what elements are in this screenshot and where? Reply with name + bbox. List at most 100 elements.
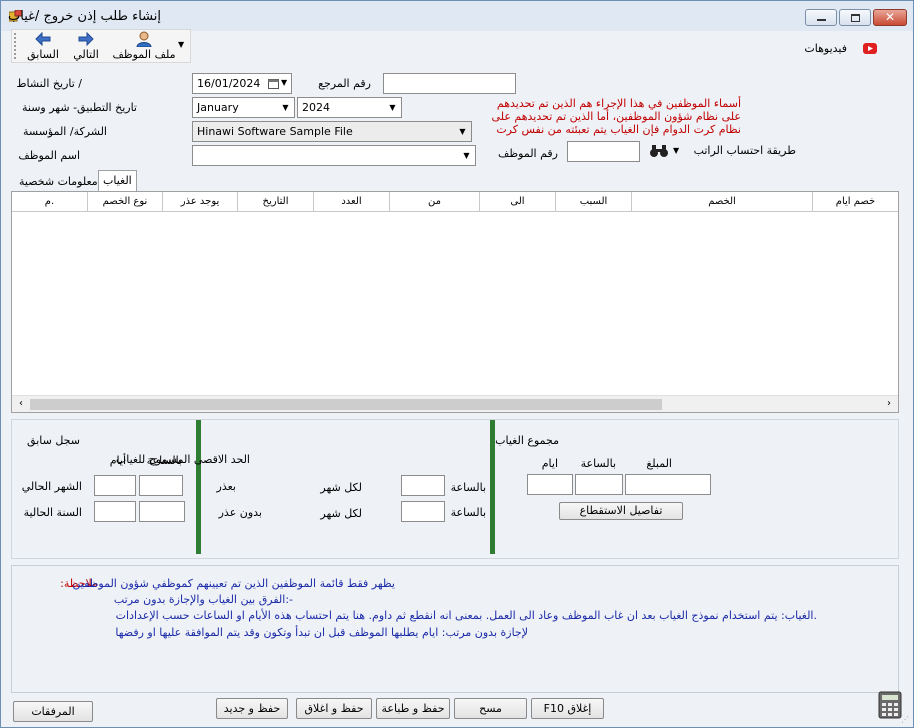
max-hourly-label: بالساعة bbox=[450, 506, 486, 519]
chevron-down-icon: ▼ bbox=[459, 127, 466, 136]
column-header[interactable]: خصم ايام bbox=[812, 192, 898, 212]
chevron-down-icon: ▼ bbox=[389, 103, 396, 112]
current-year-label: السنة الحالية bbox=[23, 506, 82, 519]
arrow-right-icon bbox=[78, 32, 94, 46]
main-window: إنشاء طلب إذن خروج /غياب ✕ السابق التالي bbox=[0, 0, 914, 728]
current-year-days-input[interactable] bbox=[94, 501, 136, 522]
column-header[interactable]: الى bbox=[479, 192, 555, 212]
reference-input[interactable] bbox=[383, 73, 516, 94]
max-without-excuse-hours-input[interactable] bbox=[401, 501, 445, 522]
minimize-button[interactable] bbox=[805, 9, 837, 26]
apply-date-label: تاريخ التطبيق- شهر وسنة bbox=[21, 101, 137, 114]
tab-personal-info-label: معلومات شخصية bbox=[19, 175, 98, 188]
resize-grip[interactable]: ⋰ bbox=[901, 715, 911, 725]
chevron-right-icon[interactable]: › bbox=[881, 397, 897, 412]
info-note-line2: على نظام شؤون الموظفين، أما الذين تم تحد… bbox=[491, 110, 741, 123]
notes-area: ملاحظة: يظهر فقط قائمة الموظفين الذين تم… bbox=[11, 565, 899, 693]
employee-search-button[interactable]: ▼ bbox=[647, 141, 687, 162]
absence-amount-input[interactable] bbox=[625, 474, 711, 495]
company-select[interactable]: Hinawi Software Sample File ▼ bbox=[192, 121, 472, 142]
employee-file-label: ملف الموظف bbox=[112, 48, 176, 61]
current-month-days-input[interactable] bbox=[94, 475, 136, 496]
max-with-excuse-hours-input[interactable] bbox=[401, 475, 445, 496]
info-note-line3: نظام كرت الدوام فإن الغياب يتم تعبئته من… bbox=[496, 123, 741, 136]
column-header[interactable]: نوع الخصم bbox=[87, 192, 162, 212]
divider bbox=[196, 420, 201, 554]
without-excuse-label: بدون عذر bbox=[218, 506, 262, 519]
column-header[interactable]: التاريخ bbox=[237, 192, 313, 212]
window-title: إنشاء طلب إذن خروج /غياب bbox=[8, 9, 161, 24]
per-month-label: لكل شهر bbox=[320, 507, 362, 520]
chevron-down-icon[interactable]: ▼ bbox=[281, 78, 287, 87]
column-header[interactable]: العدد bbox=[313, 192, 389, 212]
save-print-button[interactable]: حفظ و طباعة bbox=[376, 698, 450, 719]
employee-number-label: رقم الموظف bbox=[498, 147, 558, 160]
toolbar-grip bbox=[14, 33, 16, 59]
toolbar-overflow-icon[interactable]: ▼ bbox=[178, 40, 184, 49]
tab-absence[interactable]: الغياب bbox=[98, 170, 137, 192]
maximize-icon bbox=[851, 14, 860, 22]
next-label: التالي bbox=[73, 48, 99, 61]
info-note-line1: أسماء الموظفين في هذا الإجراء هم الذين ت… bbox=[496, 97, 741, 110]
chevron-left-icon[interactable]: ‹ bbox=[13, 397, 29, 412]
calculator-icon[interactable] bbox=[878, 691, 902, 719]
year-select[interactable]: 2024 ▼ bbox=[297, 97, 402, 118]
activity-date-label: / تاريخ النشاط bbox=[16, 77, 82, 90]
videos-link[interactable]: فيديوهات bbox=[804, 42, 847, 55]
column-header[interactable]: يوجد عذر bbox=[162, 192, 237, 212]
scrollbar-thumb[interactable] bbox=[30, 399, 662, 410]
next-button[interactable]: التالي bbox=[66, 31, 106, 62]
close-f10-button[interactable]: F10 إغلاق bbox=[531, 698, 604, 719]
previous-label: السابق bbox=[27, 48, 59, 61]
company-value: Hinawi Software Sample File bbox=[197, 125, 353, 138]
current-month-hours-input[interactable] bbox=[139, 475, 183, 496]
year-value: 2024 bbox=[302, 101, 330, 114]
minimize-icon bbox=[817, 19, 826, 21]
previous-button[interactable]: السابق bbox=[22, 31, 64, 62]
video-icon[interactable] bbox=[863, 43, 877, 54]
close-window-button[interactable]: ✕ bbox=[873, 9, 907, 26]
absence-days-label: ايام bbox=[541, 457, 558, 470]
deduction-details-button[interactable]: تفاصيل الاستقطاع bbox=[559, 502, 683, 520]
salary-method-label: طريقة احتساب الراتب bbox=[693, 144, 796, 157]
save-close-button[interactable]: حفظ و اغلاق bbox=[296, 698, 372, 719]
with-excuse-label: بعذر bbox=[216, 480, 236, 493]
employee-file-button[interactable]: ملف الموظف bbox=[112, 31, 176, 62]
employee-number-input[interactable] bbox=[567, 141, 640, 162]
summary-panel: سجل سابق بالساعة أيام الشهر الحالي السنة… bbox=[11, 419, 899, 559]
month-select[interactable]: January ▼ bbox=[192, 97, 295, 118]
column-header[interactable]: الخصم bbox=[631, 192, 812, 212]
employee-name-select[interactable]: ▼ bbox=[192, 145, 476, 166]
title-bar: إنشاء طلب إذن خروج /غياب ✕ bbox=[1, 1, 913, 31]
grid-header: خصم ايام الخصم السبب الى من العدد التاري… bbox=[12, 192, 898, 212]
maximize-button[interactable] bbox=[839, 9, 871, 26]
toolbar: السابق التالي ملف الموظف ▼ bbox=[11, 29, 191, 63]
absence-amount-label: المبلغ bbox=[646, 457, 672, 470]
activity-date-picker[interactable]: 16/01/2024 ▼ bbox=[192, 73, 292, 94]
current-year-hours-input[interactable] bbox=[139, 501, 185, 522]
column-header[interactable]: م. bbox=[12, 192, 87, 212]
horizontal-scrollbar[interactable]: ‹ › bbox=[12, 395, 898, 412]
chevron-down-icon: ▼ bbox=[673, 146, 680, 155]
absence-total-title: مجموع الغياب bbox=[495, 434, 559, 447]
binoculars-icon bbox=[650, 145, 668, 157]
tab-absence-label: الغياب bbox=[103, 174, 132, 187]
absence-hours-input[interactable] bbox=[575, 474, 623, 495]
notes-line3: .الغياب: يتم استخدام نموذج الغياب بعد ان… bbox=[115, 609, 817, 622]
calendar-icon[interactable] bbox=[268, 78, 279, 89]
absence-grid[interactable]: خصم ايام الخصم السبب الى من العدد التاري… bbox=[11, 191, 899, 413]
notes-line1: يظهر فقط قائمة الموظفين الذين تم تعيينهم… bbox=[72, 577, 395, 590]
arrow-left-icon bbox=[35, 32, 51, 46]
close-icon: ✕ bbox=[884, 10, 896, 24]
column-header[interactable]: السبب bbox=[555, 192, 631, 212]
max-allowed-title: الحد الاقصى المسموح للغياب bbox=[115, 453, 250, 466]
attachments-button[interactable]: المرفقات bbox=[13, 701, 93, 722]
previous-record-title: سجل سابق bbox=[27, 434, 80, 447]
column-header[interactable]: من bbox=[389, 192, 479, 212]
tab-personal-info[interactable]: معلومات شخصية bbox=[15, 172, 102, 192]
employee-name-label: اسم الموظف bbox=[18, 149, 80, 162]
save-new-button[interactable]: حفظ و جديد bbox=[216, 698, 288, 719]
clear-button[interactable]: مسح bbox=[454, 698, 527, 719]
notes-line2: -:الفرق بين الغياب والإجازة بدون مرتب bbox=[113, 593, 293, 606]
absence-days-input[interactable] bbox=[527, 474, 573, 495]
